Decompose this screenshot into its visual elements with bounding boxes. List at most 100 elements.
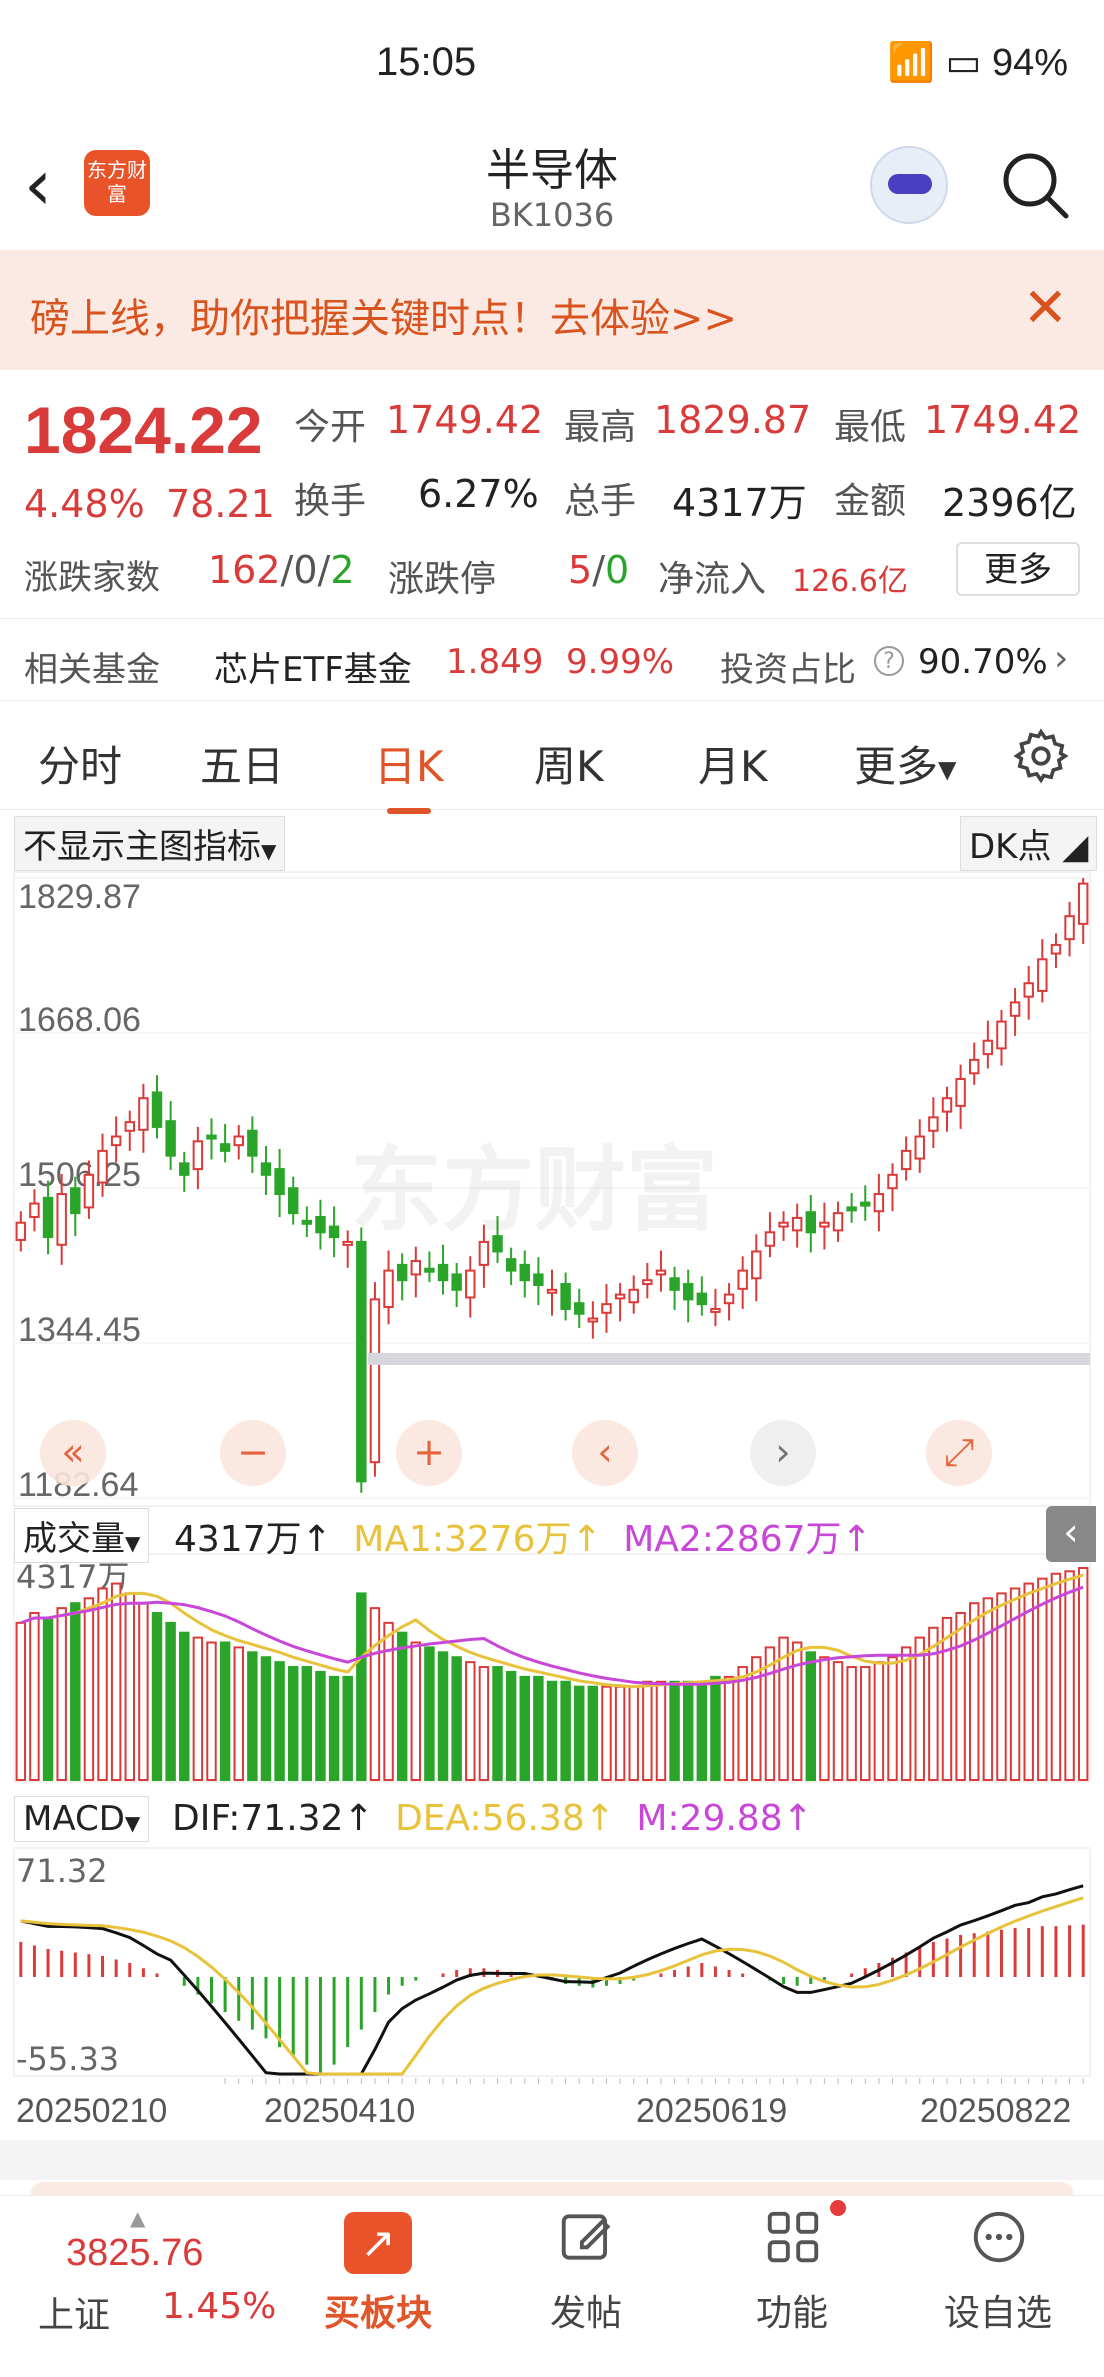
dea-line [20, 1896, 1084, 2076]
candle [70, 1187, 81, 1215]
index-pct: 1.45% [162, 2286, 277, 2327]
volume-bar [519, 1675, 530, 1781]
inflow-label: 净流入 [658, 559, 767, 600]
limit-down: 0 [605, 548, 630, 592]
candle [165, 1120, 176, 1157]
status-icons: 📶 ▭ 94% [888, 40, 1068, 85]
ratio-value[interactable]: 90.70% [918, 642, 1048, 682]
low-value: 1749.42 [924, 398, 1082, 442]
current-price: 1824.22 [24, 393, 263, 467]
fullscreen-icon[interactable]: ⤢ [926, 1420, 992, 1486]
limit-up: 5 [568, 548, 593, 592]
amount-value: 2396亿 [942, 481, 1077, 525]
triangle-down-icon: ▼ [124, 1811, 141, 1835]
grid-apps-icon [767, 2211, 819, 2263]
candle [819, 1221, 830, 1228]
volume-bar [56, 1607, 67, 1782]
volume-bar [642, 1680, 653, 1781]
candle [996, 1020, 1007, 1050]
banner-text[interactable]: 磅上线，助你把握关键时点！去体验>> [30, 286, 737, 344]
promo-banner[interactable]: 磅上线，助你把握关键时点！去体验>> ✕ [0, 250, 1104, 370]
volume-select[interactable]: 成交量▼ [14, 1508, 150, 1563]
zoom-in-icon[interactable]: + [396, 1420, 462, 1486]
candle [465, 1269, 476, 1299]
zoom-out-icon[interactable]: − [220, 1420, 286, 1486]
indicator-select[interactable]: 不显示主图指标▼ [14, 816, 286, 871]
ma1-value: MA1:3276万 [353, 1519, 572, 1560]
volume-bar [165, 1621, 176, 1781]
tab-monthly-k[interactable]: 月K [698, 733, 768, 794]
candle [56, 1192, 67, 1246]
close-icon[interactable]: ✕ [1023, 276, 1068, 339]
more-button[interactable]: 更多 [956, 542, 1080, 596]
candle [928, 1116, 939, 1132]
search-icon[interactable] [998, 148, 1072, 222]
volume-bar [124, 1592, 135, 1781]
tab-five-day[interactable]: 五日 [200, 733, 284, 794]
candle [424, 1267, 435, 1273]
candle [914, 1135, 925, 1160]
period-tabs: 分时 五日 日K 周K 月K 更多▼ [0, 700, 1104, 814]
volume-bar [492, 1666, 503, 1782]
chevron-right-icon[interactable]: › [1054, 638, 1068, 679]
candle [396, 1263, 408, 1282]
volume-bar [533, 1675, 544, 1781]
volume-bar [1050, 1572, 1062, 1782]
fast-backward-icon[interactable]: « [40, 1420, 106, 1486]
volume-bar [15, 1621, 27, 1781]
candle [369, 1298, 381, 1464]
tab-weekly-k[interactable]: 周K [534, 733, 604, 794]
tab-daily-k[interactable]: 日K [374, 733, 444, 814]
tab-more[interactable]: 更多▼ [854, 733, 956, 794]
candle [628, 1288, 639, 1304]
tab-intraday[interactable]: 分时 [38, 733, 122, 794]
battery-level: 94% [991, 42, 1068, 84]
change-pct: 4.48% [24, 482, 145, 526]
fund-price: 1.849 [446, 642, 544, 682]
dk-button[interactable]: DK点 ◢ [960, 816, 1098, 871]
candle [982, 1039, 994, 1056]
x-tick-label: 20250822 [920, 2092, 1071, 2130]
collapse-tab-icon[interactable]: ‹ [1046, 1506, 1096, 1562]
gap-band [368, 1352, 1090, 1365]
candle [791, 1216, 803, 1232]
volume-bar [396, 1631, 408, 1781]
volume-bar [805, 1651, 817, 1781]
volume-bar [138, 1602, 149, 1782]
bottom-handle [30, 2182, 1074, 2196]
fund-name[interactable]: 芯片ETF基金 [214, 642, 412, 691]
robot-avatar-icon[interactable] [870, 146, 948, 224]
candle [260, 1162, 272, 1176]
candle [29, 1202, 40, 1218]
y-tick-label: 1344.45 [18, 1311, 141, 1349]
volume-bar [478, 1666, 490, 1782]
volume-bar [955, 1612, 966, 1782]
candle [601, 1303, 612, 1314]
chevron-left-icon[interactable]: ‹ [572, 1420, 638, 1486]
candle [723, 1293, 735, 1305]
candle [805, 1211, 817, 1234]
macd-legend: DIF:71.32↑ DEA:56.38↑ M:29.88↑ [172, 1798, 813, 1839]
volume-bar [614, 1685, 626, 1781]
help-icon[interactable]: ? [874, 646, 904, 676]
candle [887, 1173, 898, 1190]
candle [383, 1269, 394, 1309]
candle [1050, 943, 1062, 955]
volume-bar [219, 1641, 231, 1782]
y-tick-label: 1668.06 [18, 1001, 141, 1039]
index-widget[interactable]: ▲ 3825.76 上证 1.45% [20, 2206, 290, 2366]
open-value: 1749.42 [386, 398, 544, 442]
status-time: 15:05 [376, 40, 477, 84]
candle [764, 1231, 776, 1247]
candle [301, 1219, 313, 1225]
volume-bar [29, 1612, 40, 1782]
volume-legend: 4317万↑ MA1:3276万↑ MA2:2867万↑ [174, 1519, 872, 1560]
settings-gear-icon[interactable] [1012, 727, 1070, 785]
candle [560, 1283, 571, 1310]
candle [587, 1317, 599, 1323]
y-tick-label: 1829.87 [18, 878, 141, 916]
chevron-right-icon[interactable]: › [750, 1420, 816, 1486]
macd-select[interactable]: MACD▼ [14, 1796, 150, 1842]
index-value: 3825.76 [66, 2232, 204, 2274]
breadth-down: 2 [330, 548, 355, 592]
